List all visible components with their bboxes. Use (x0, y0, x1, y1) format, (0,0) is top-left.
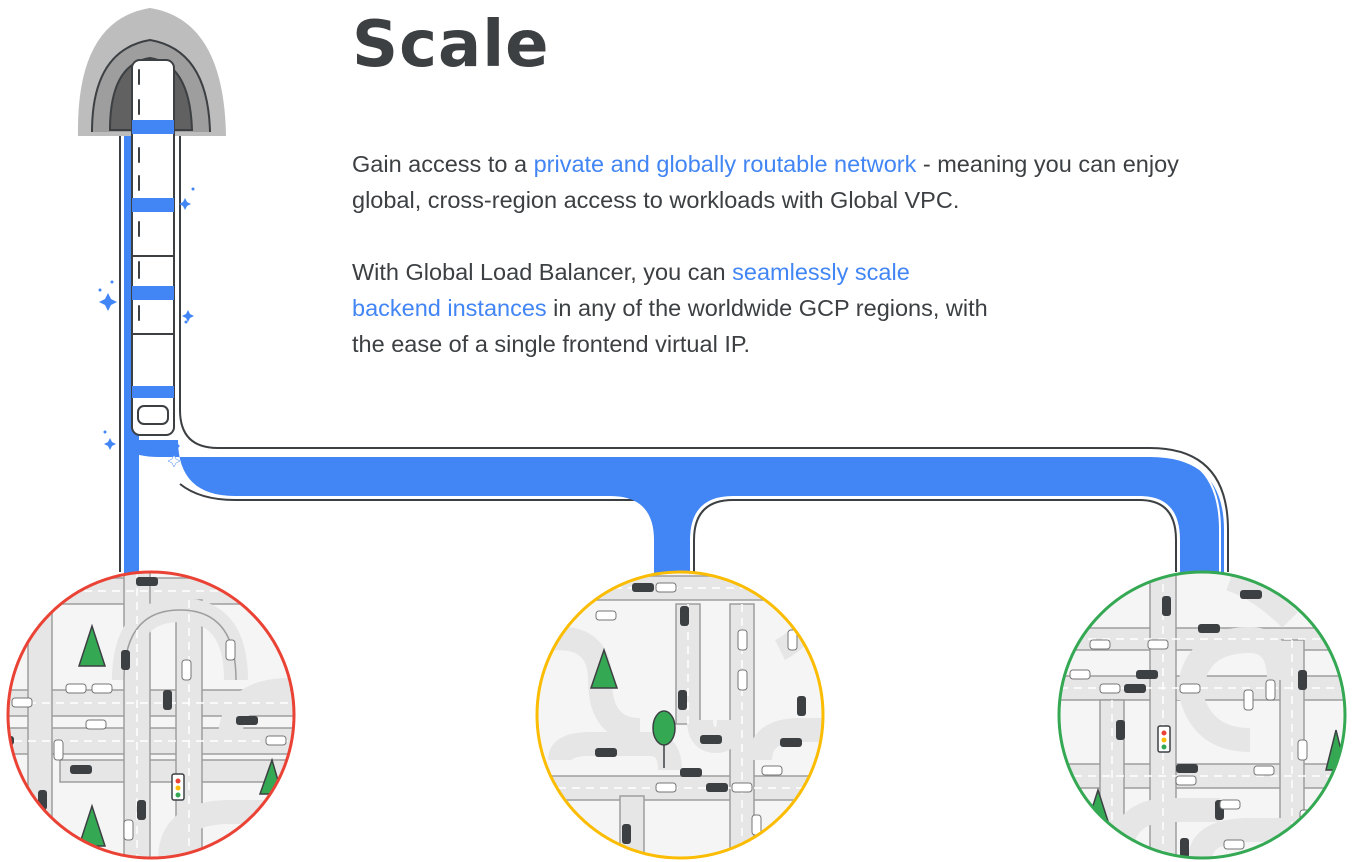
train-icon (131, 59, 175, 436)
description-paragraph-load-balancer: With Global Load Balancer, you can seaml… (352, 254, 992, 362)
paragraph-text: Gain access to a (352, 151, 534, 177)
paragraph-text: With Global Load Balancer, you can (352, 259, 733, 285)
traffic-light-icon (1157, 725, 1171, 753)
region-red (6, 570, 296, 860)
region-yellow (535, 570, 825, 860)
region-green (1057, 570, 1347, 860)
page-title: Scale (352, 8, 550, 82)
global-network-illustration (6, 8, 1347, 860)
private-network-link[interactable]: private and globally routable network (534, 151, 917, 177)
traffic-light-icon (171, 773, 185, 801)
description-paragraph-global-vpc: Gain access to a private and globally ro… (352, 146, 1252, 218)
